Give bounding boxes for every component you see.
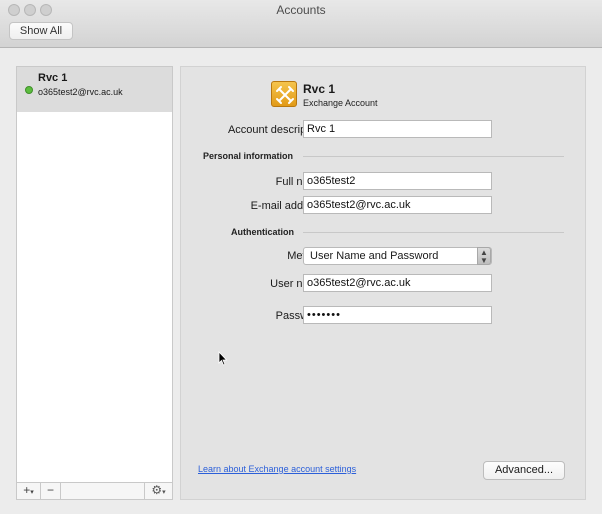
- authentication-section-title: Authentication: [231, 227, 294, 237]
- show-all-button[interactable]: Show All: [9, 22, 73, 40]
- online-status-icon: [25, 86, 33, 94]
- minus-icon: −: [46, 483, 54, 497]
- account-email: o365test2@rvc.ac.uk: [38, 87, 123, 97]
- full-name-field[interactable]: o365test2: [303, 172, 492, 190]
- account-list-item[interactable]: Rvc 1 o365test2@rvc.ac.uk: [17, 67, 172, 112]
- add-account-button[interactable]: +▾: [17, 483, 41, 499]
- personal-info-section-title: Personal information: [203, 151, 294, 161]
- account-header-name: Rvc 1: [303, 82, 336, 96]
- chevron-up-down-icon: ▲ ▼: [477, 247, 491, 265]
- account-actions-button[interactable]: ⚙▾: [144, 483, 172, 499]
- chevron-down-icon: ▾: [162, 489, 166, 496]
- mouse-pointer-icon: [218, 350, 228, 369]
- accounts-sidebar: Rvc 1 o365test2@rvc.ac.uk +▾ − ⚙▾: [16, 66, 173, 500]
- learn-exchange-settings-link[interactable]: Learn about Exchange account settings: [198, 464, 356, 474]
- gear-icon: ⚙: [151, 483, 163, 497]
- title-bar: Accounts Show All: [0, 0, 602, 48]
- section-divider: [303, 232, 564, 233]
- method-selected-value: User Name and Password: [310, 250, 439, 262]
- password-field[interactable]: •••••••: [303, 306, 492, 324]
- sidebar-toolbar: +▾ − ⚙▾: [17, 482, 172, 499]
- window-title: Accounts: [276, 3, 326, 17]
- chevron-down-icon: ▾: [30, 489, 34, 496]
- user-name-field[interactable]: o365test2@rvc.ac.uk: [303, 274, 492, 292]
- account-settings-panel: Rvc 1 Exchange Account Account descripti…: [180, 66, 586, 500]
- account-header-type: Exchange Account: [303, 98, 378, 108]
- exchange-icon: [271, 81, 297, 107]
- advanced-button[interactable]: Advanced...: [483, 461, 565, 480]
- method-select[interactable]: User Name and Password ▲ ▼: [303, 247, 492, 265]
- account-description-field[interactable]: Rvc 1: [303, 120, 492, 138]
- account-name: Rvc 1: [38, 72, 68, 84]
- remove-account-button[interactable]: −: [41, 483, 61, 499]
- section-divider: [303, 156, 564, 157]
- email-address-field[interactable]: o365test2@rvc.ac.uk: [303, 196, 492, 214]
